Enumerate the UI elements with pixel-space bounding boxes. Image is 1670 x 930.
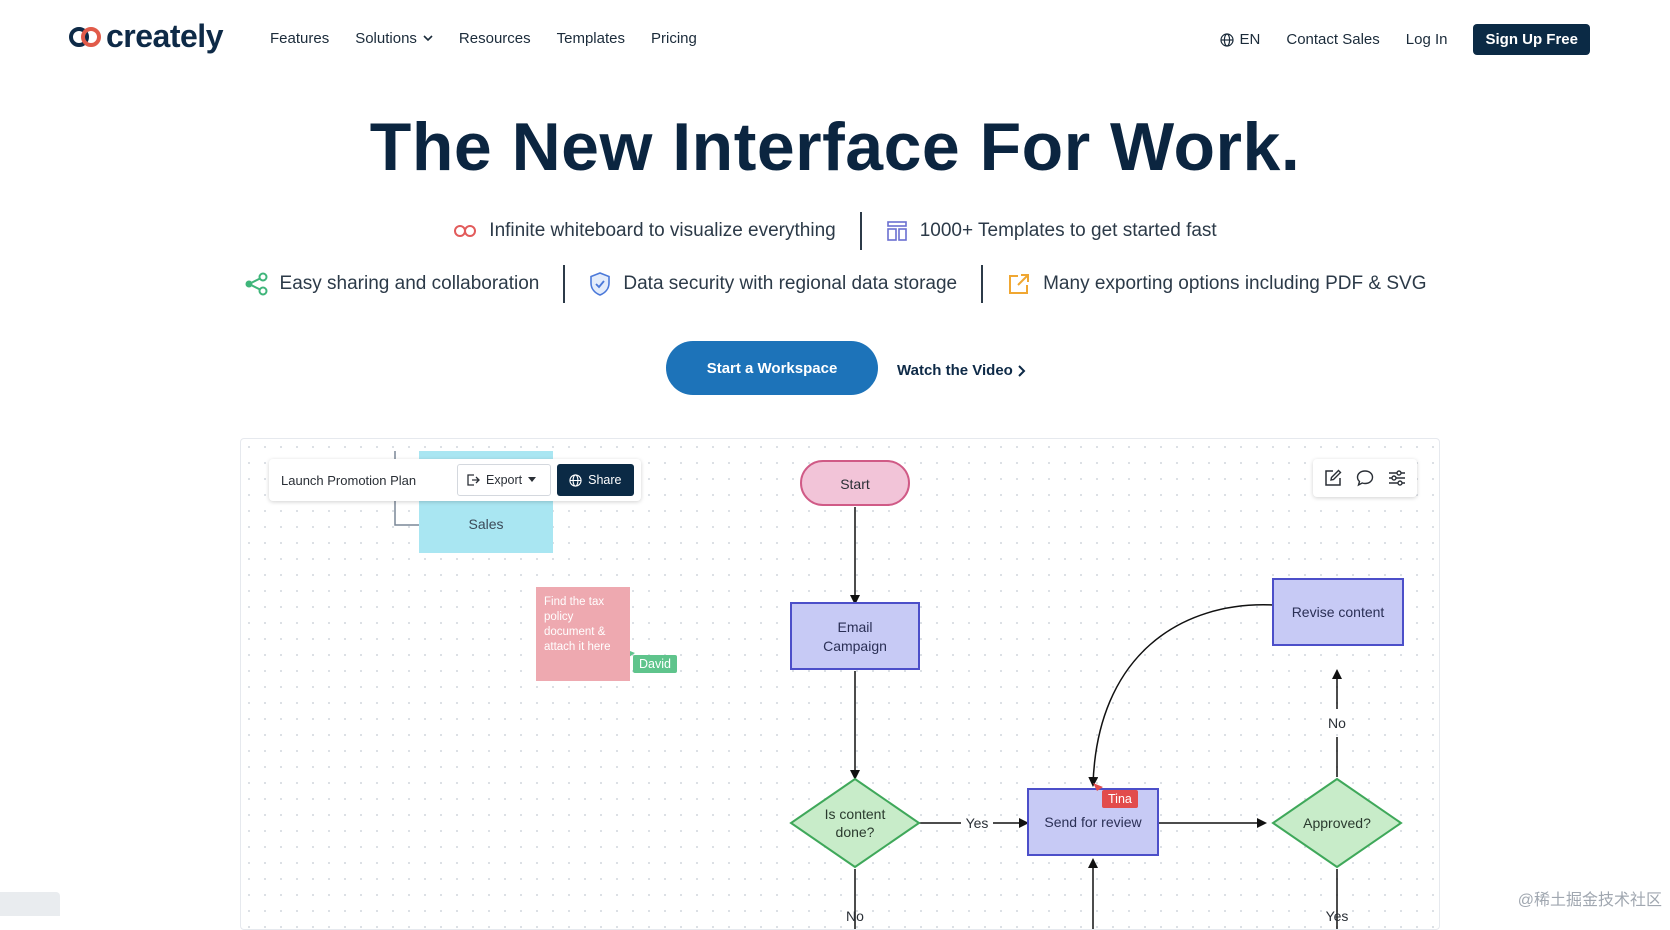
infinity-icon: [454, 225, 477, 237]
feature-sharing: Easy sharing and collaboration: [220, 272, 564, 296]
content-done-decision[interactable]: [789, 777, 921, 869]
feature-templates-text: 1000+ Templates to get started fast: [919, 220, 1217, 241]
collaborator-tag-tina: Tina: [1102, 790, 1138, 808]
feature-sharing-text: Easy sharing and collaboration: [279, 273, 540, 294]
export-button[interactable]: Export: [457, 464, 552, 496]
chevron-right-icon: [1018, 364, 1026, 377]
share-label: Share: [588, 473, 622, 487]
export-icon: [467, 474, 480, 486]
watch-video-link[interactable]: Watch the Video: [897, 362, 1026, 379]
edge-label-no-2: No: [846, 908, 864, 924]
share-nodes-icon: [245, 272, 268, 296]
globe-icon: [569, 473, 582, 487]
document-name[interactable]: Launch Promotion Plan: [281, 473, 457, 488]
watch-video-label: Watch the Video: [897, 362, 1013, 379]
document-toolbar: Launch Promotion Plan Export Share: [269, 459, 641, 501]
revise-node-label: Revise content: [1292, 604, 1385, 620]
review-node-label: Send for review: [1044, 814, 1142, 830]
sticky-note[interactable]: Find the tax policy document & attach it…: [536, 587, 630, 681]
flowchart: Sales Start Email Campaign Is content do…: [394, 451, 1404, 929]
scrollbar-stub[interactable]: [0, 892, 60, 916]
shield-check-icon: [590, 272, 611, 296]
login-link[interactable]: Log In: [1406, 31, 1448, 48]
features-row-2: Easy sharing and collaboration Data secu…: [0, 265, 1670, 303]
start-node-label: Start: [840, 476, 870, 492]
chevron-down-icon: [423, 35, 433, 42]
export-arrow-icon: [1009, 274, 1030, 294]
approved-node-label: Approved?: [1303, 815, 1371, 831]
email-node-line2: Campaign: [823, 638, 887, 654]
top-nav: creately Features Solutions Resources Te…: [0, 0, 1670, 80]
logo-icon: [69, 26, 101, 47]
templates-icon: [886, 221, 907, 241]
feature-export-text: Many exporting options including PDF & S…: [1043, 273, 1427, 294]
nav-solutions[interactable]: Solutions: [355, 30, 433, 47]
watermark: @稀土掘金技术社区: [1517, 892, 1662, 909]
edge-revise-review: [1088, 604, 1274, 787]
collaborator-tag-david: David: [633, 655, 677, 673]
edge-label-yes-2: Yes: [1326, 908, 1349, 924]
feature-whiteboard-text: Infinite whiteboard to visualize everyth…: [489, 220, 836, 241]
globe-icon: [1219, 32, 1234, 47]
settings-sliders-icon[interactable]: [1388, 469, 1406, 487]
edge-label-yes-1: Yes: [966, 815, 989, 831]
share-button[interactable]: Share: [557, 464, 634, 496]
feature-whiteboard: Infinite whiteboard to visualize everyth…: [429, 220, 859, 242]
canvas-tools: [1313, 459, 1417, 497]
export-label: Export: [486, 473, 523, 487]
feature-security-text: Data security with regional data storage: [623, 273, 958, 294]
edge-label-no-1: No: [1328, 715, 1346, 731]
hero-title: The New Interface For Work.: [369, 109, 1301, 185]
content-node-line1: Is content: [825, 806, 886, 822]
creately-logo[interactable]: creately: [68, 18, 223, 55]
language-selector[interactable]: EN: [1219, 31, 1261, 48]
feature-export: Many exporting options including PDF & S…: [983, 272, 1450, 296]
features-row-1: Infinite whiteboard to visualize everyth…: [0, 212, 1670, 250]
language-label: EN: [1239, 31, 1261, 48]
nav-resources[interactable]: Resources: [459, 30, 531, 47]
feature-templates: 1000+ Templates to get started fast: [862, 220, 1241, 242]
nav-solutions-label: Solutions: [355, 30, 417, 47]
nav-right: EN Contact Sales Log In Sign Up Free: [1194, 24, 1590, 55]
contact-sales-link[interactable]: Contact Sales: [1286, 31, 1379, 48]
nav-features[interactable]: Features: [270, 30, 329, 47]
edit-icon[interactable]: [1324, 469, 1342, 487]
nav-templates[interactable]: Templates: [557, 30, 625, 47]
nav-links: Features Solutions Resources Templates P…: [270, 30, 723, 47]
email-campaign-node[interactable]: [790, 602, 920, 670]
nav-pricing[interactable]: Pricing: [651, 30, 697, 47]
signup-button[interactable]: Sign Up Free: [1473, 24, 1590, 55]
start-workspace-button[interactable]: Start a Workspace: [666, 341, 878, 395]
caret-down-icon: [528, 477, 537, 482]
comment-icon[interactable]: [1356, 469, 1374, 487]
email-node-line1: Email: [837, 619, 872, 635]
whiteboard-canvas[interactable]: Sales Start Email Campaign Is content do…: [240, 438, 1440, 930]
content-node-line2: done?: [836, 824, 875, 840]
logo-text: creately: [106, 18, 223, 54]
sales-node-label: Sales: [468, 516, 503, 532]
feature-security: Data security with regional data storage: [565, 272, 981, 296]
